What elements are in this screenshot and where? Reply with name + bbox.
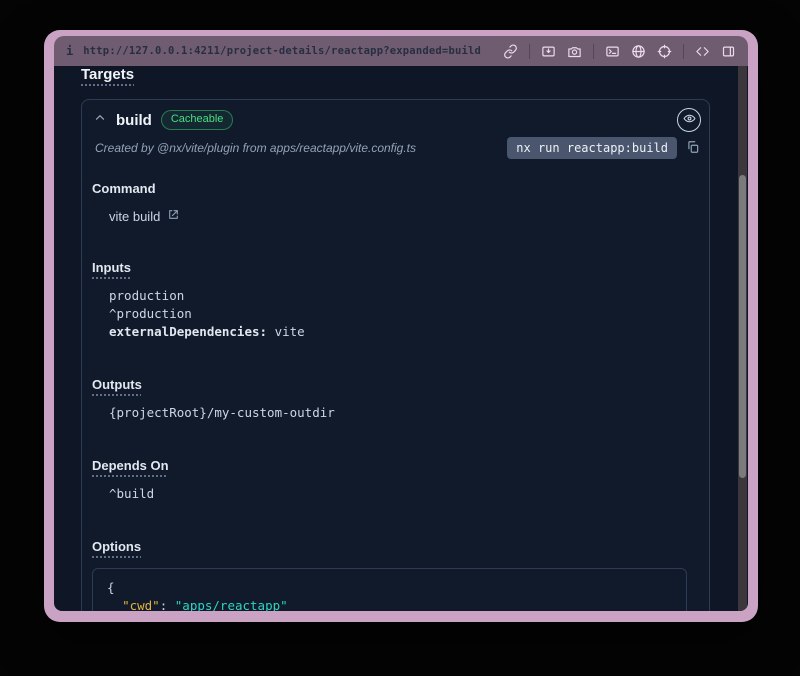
input-kv-value: vite (267, 324, 305, 339)
terminal-icon[interactable] (605, 44, 620, 59)
link-icon[interactable] (503, 44, 518, 59)
target-card-build: build Cacheable Created by @nx/vite/plug… (81, 99, 710, 611)
section-depends-on-label: Depends On (92, 458, 169, 473)
scrollbar[interactable] (738, 66, 747, 611)
code-json-key: "cwd" (122, 598, 160, 611)
section-command-label: Command (92, 181, 156, 196)
depends-on-item: ^build (109, 485, 693, 503)
chevron-up-icon[interactable] (93, 111, 107, 130)
inputs-list: production ^production externalDependenc… (109, 287, 693, 341)
input-kv-key: externalDependencies: (109, 324, 267, 339)
eye-icon (683, 112, 696, 128)
copy-command-button[interactable] (686, 140, 700, 157)
command-value-row: vite build (109, 208, 693, 224)
command-value: vite build (109, 209, 160, 224)
toolbar-divider (593, 44, 594, 59)
camera-icon[interactable] (567, 44, 582, 59)
browser-titlebar: i http://127.0.0.1:4211/project-details/… (54, 36, 748, 66)
toolbar-divider (683, 44, 684, 59)
output-item: {projectRoot}/my-custom-outdir (109, 404, 693, 422)
section-outputs-label: Outputs (92, 377, 142, 392)
globe-icon[interactable] (631, 44, 646, 59)
view-target-build-button[interactable] (677, 108, 701, 132)
copy-icon (686, 140, 700, 157)
code-indent (107, 598, 122, 611)
code-json-colon: : (160, 598, 175, 611)
cacheable-badge: Cacheable (161, 110, 234, 130)
scrollbar-thumb[interactable] (739, 175, 746, 478)
section-options-label: Options (92, 539, 141, 554)
sidebar-icon[interactable] (721, 44, 736, 59)
target-meta-row: Created by @nx/vite/plugin from apps/rea… (82, 132, 709, 159)
download-icon[interactable] (541, 44, 556, 59)
info-icon: i (66, 44, 73, 58)
toolbar-divider (529, 44, 530, 59)
created-by-text: Created by @nx/vite/plugin from apps/rea… (95, 141, 416, 155)
outputs-list: {projectRoot}/my-custom-outdir (109, 404, 693, 422)
options-code-block: { "cwd": "apps/reactapp" } (92, 568, 687, 611)
browser-window: i http://127.0.0.1:4211/project-details/… (44, 30, 758, 622)
run-command-chip: nx run reactapp:build (507, 137, 677, 159)
section-inputs-label: Inputs (92, 260, 131, 275)
code-open-brace: { (107, 580, 115, 595)
code-json-value: "apps/reactapp" (175, 598, 288, 611)
code-icon[interactable] (695, 44, 710, 59)
input-item: externalDependencies: vite (109, 323, 693, 341)
input-item: production (109, 287, 693, 305)
target-name: build (116, 112, 152, 129)
titlebar-actions (503, 44, 736, 59)
address-bar-url[interactable]: http://127.0.0.1:4211/project-details/re… (83, 45, 481, 57)
project-details-page: Targets build Cacheable (54, 66, 734, 611)
crosshair-icon[interactable] (657, 44, 672, 59)
input-item: ^production (109, 305, 693, 323)
target-header-build[interactable]: build Cacheable (82, 100, 709, 132)
page-title: Targets (81, 66, 134, 83)
external-link-icon[interactable] (167, 208, 180, 224)
desktop-background: i http://127.0.0.1:4211/project-details/… (0, 0, 800, 676)
target-details: Command vite build Inputs production ^pr… (82, 159, 709, 611)
depends-on-list: ^build (109, 485, 693, 503)
page-viewport: Targets build Cacheable (54, 66, 748, 611)
